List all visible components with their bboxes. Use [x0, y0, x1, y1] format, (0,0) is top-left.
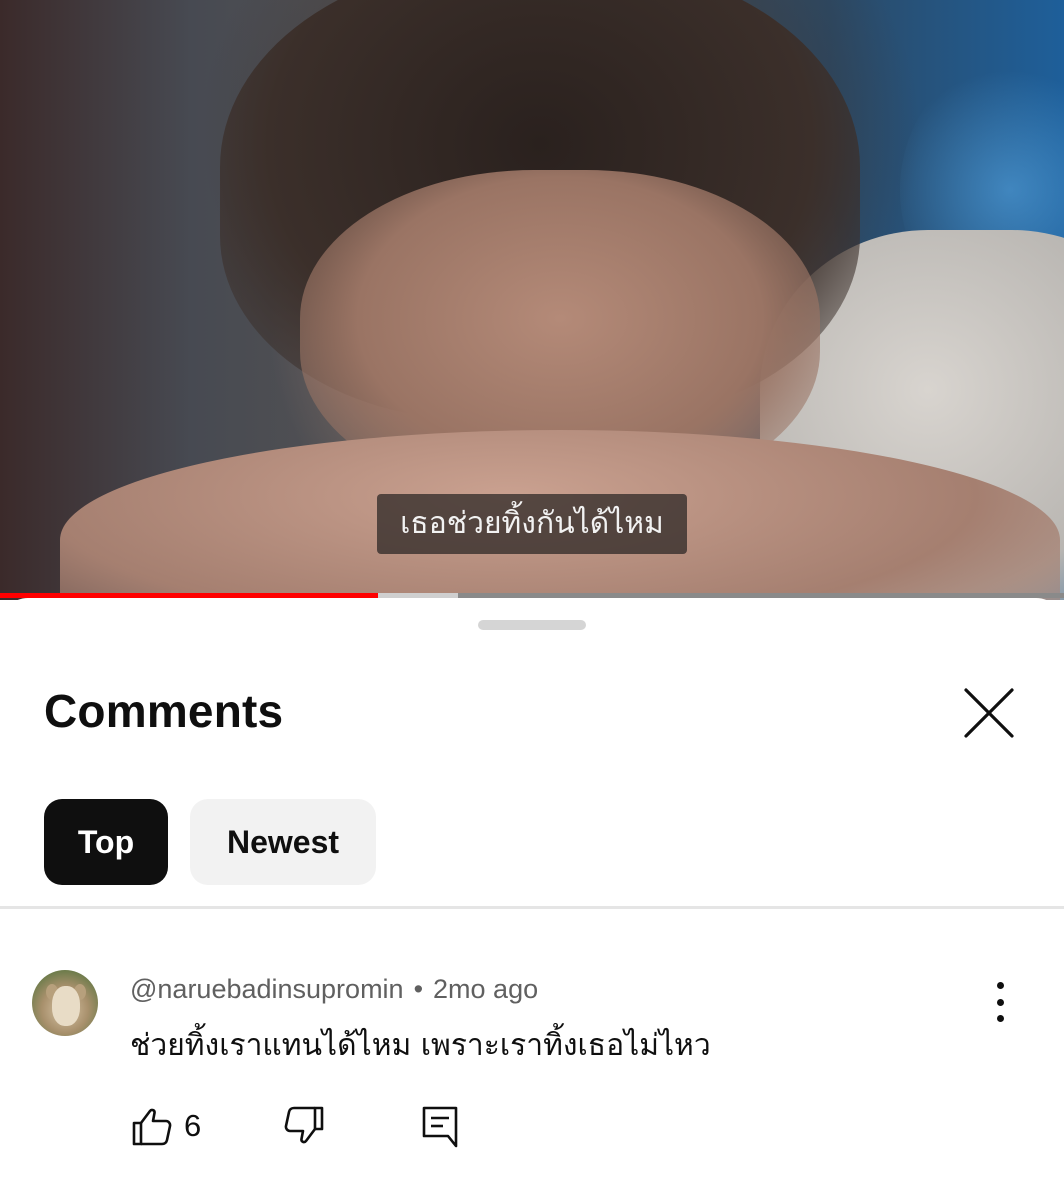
reply-icon [422, 1106, 458, 1148]
video-subtitle: เธอช่วยทิ้งกันได้ไหม [377, 494, 687, 554]
thumbs-up-icon [132, 1108, 172, 1146]
chip-newest[interactable]: Newest [190, 799, 376, 885]
divider [0, 906, 1064, 909]
more-vertical-icon [996, 982, 1004, 989]
comment-meta: @naruebadinsupromin • 2mo ago [130, 974, 538, 1005]
chip-top[interactable]: Top [44, 799, 168, 885]
avatar[interactable] [32, 970, 98, 1036]
more-options-button[interactable] [982, 980, 1018, 1024]
comment-item: @naruebadinsupromin • 2mo ago ช่วยทิ้งเราแ… [0, 966, 1064, 1186]
comment-age: 2mo ago [433, 974, 539, 1004]
more-vertical-icon [996, 1015, 1004, 1022]
drag-handle[interactable] [478, 620, 586, 630]
avatar-dog [52, 986, 80, 1026]
sort-chips: Top Newest [44, 799, 376, 885]
like-button[interactable] [130, 1104, 174, 1148]
comment-author[interactable]: @naruebadinsupromin [130, 974, 404, 1004]
thumbs-down-icon [284, 1106, 324, 1144]
meta-separator: • [413, 974, 424, 1004]
close-icon [964, 688, 1014, 738]
more-vertical-icon [996, 998, 1004, 1006]
close-button[interactable] [958, 682, 1020, 744]
dislike-button[interactable] [282, 1104, 326, 1148]
reply-button[interactable] [418, 1104, 462, 1148]
like-count: 6 [184, 1108, 202, 1143]
comments-panel: Comments Top Newest @naruebadinsupromin •… [0, 598, 1064, 1200]
comment-text: ช่วยทิ้งเราแทนได้ไหม เพราะเราทิ้งเธอไม่ไ… [130, 1028, 711, 1063]
video-player[interactable]: เธอช่วยทิ้งกันได้ไหม [0, 0, 1064, 600]
comments-title: Comments [44, 685, 284, 737]
